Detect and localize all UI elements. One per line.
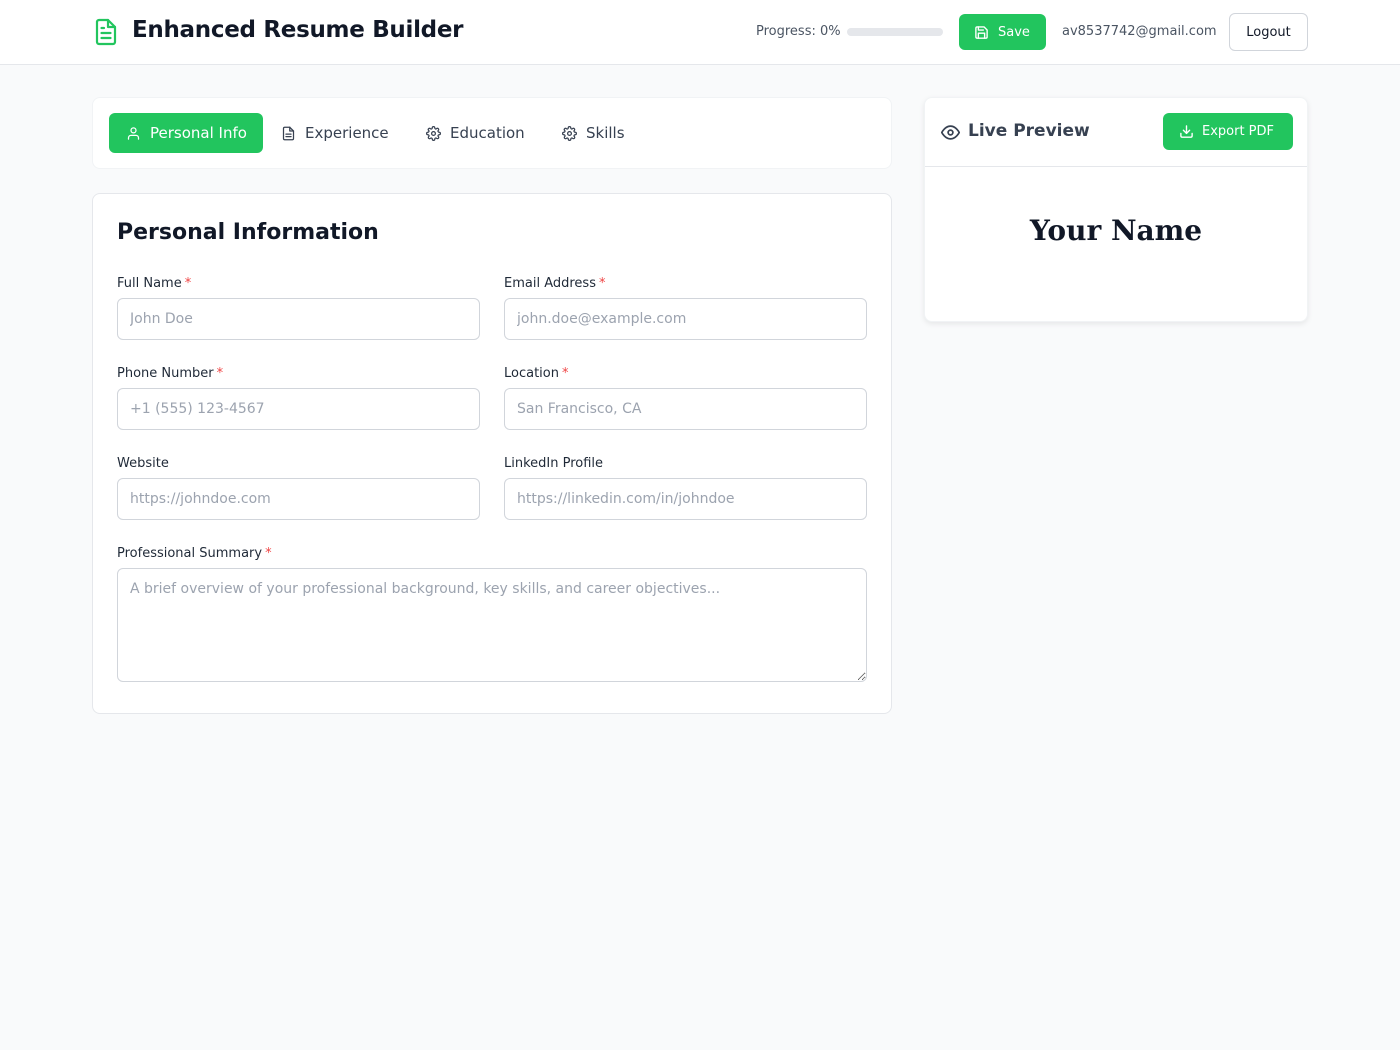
label-text: Location [504,366,559,381]
file-text-icon [95,18,117,46]
full-name-input[interactable] [117,298,480,340]
tab-personal-info[interactable]: Personal Info [109,113,263,153]
eye-icon [941,125,960,140]
gear-icon [562,125,577,141]
section-title: Personal Information [117,220,379,245]
tab-experience[interactable]: Experience [281,113,389,153]
logout-button[interactable]: Logout [1229,13,1308,51]
label-text: Email Address [504,276,596,291]
tab-skills[interactable]: Skills [562,113,625,153]
export-button-label: Export PDF [1202,124,1275,139]
summary-textarea[interactable] [117,568,867,682]
tab-label: Skills [586,124,625,142]
preview-header: Live Preview Export PDF [925,98,1307,167]
app-header: Enhanced Resume Builder Progress: 0% Sav… [0,0,1400,65]
label-text: Website [117,456,169,471]
document-icon [282,126,295,140]
required-mark: * [184,276,192,291]
linkedin-input[interactable] [504,478,867,520]
full-name-label: Full Name * [117,276,191,291]
tab-education[interactable]: Education [426,113,525,153]
phone-input[interactable] [117,388,480,430]
linkedin-label: LinkedIn Profile [504,456,603,471]
progress-label: Progress: 0% [756,24,841,39]
personal-info-form: Personal Information Full Name* Email Ad… [92,193,892,714]
website-input[interactable] [117,478,480,520]
save-button[interactable]: Save [959,14,1046,50]
gear-icon [426,125,441,141]
phone-label: Phone Number * [117,366,223,381]
website-label: Website [117,456,169,471]
preview-title: Live Preview [968,121,1090,141]
tab-label: Experience [305,124,389,142]
location-input[interactable] [504,388,867,430]
summary-label: Professional Summary * [117,546,272,561]
progress-bar [847,28,943,36]
label-text: Full Name [117,276,182,291]
required-mark: * [561,366,569,381]
save-icon [975,25,988,39]
live-preview-panel: Live Preview Export PDF Your Name [924,97,1308,322]
tab-label: Personal Info [150,124,247,142]
required-mark: * [265,546,272,561]
label-text: Phone Number [117,366,214,381]
required-mark: * [216,366,224,381]
location-label: Location * [504,366,568,381]
app-title: Enhanced Resume Builder [132,17,464,43]
download-icon [1180,125,1193,138]
email-label: Email Address * [504,276,605,291]
label-text: Professional Summary [117,546,263,561]
export-pdf-button[interactable]: Export PDF [1163,113,1293,150]
preview-resume-name: Your Name [1029,214,1203,247]
user-email: av8537742@gmail.com [1062,24,1217,39]
tab-label: Education [450,124,525,142]
save-button-label: Save [998,24,1030,40]
email-input[interactable] [504,298,867,340]
label-text: LinkedIn Profile [504,456,604,471]
required-mark: * [598,276,606,291]
section-tabs: Personal Info Experience Education Skill… [92,97,892,169]
user-icon [127,126,140,140]
